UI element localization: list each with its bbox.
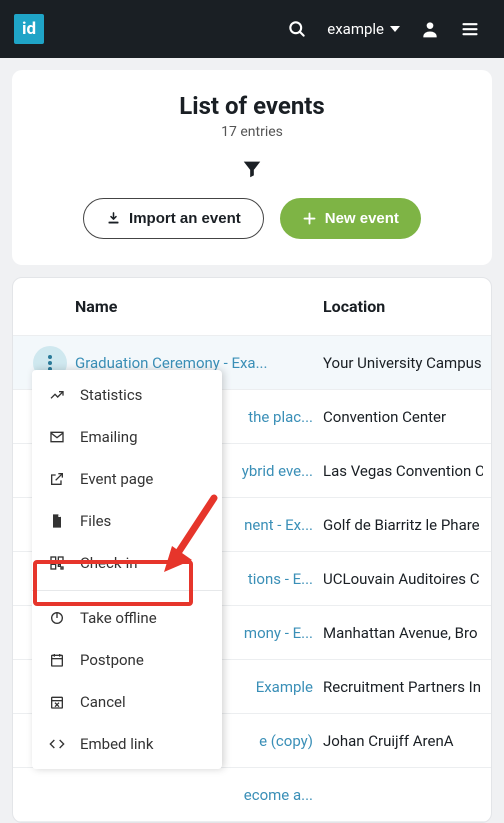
app-header: id example: [0, 0, 504, 58]
event-location: Las Vegas Convention C: [323, 462, 483, 480]
ctx-label: Files: [80, 512, 111, 530]
import-event-button[interactable]: Import an event: [83, 198, 264, 239]
external-link-icon: [48, 471, 66, 487]
action-buttons: Import an event New event: [30, 198, 474, 239]
code-icon: [48, 736, 66, 752]
event-location: Johan Cruijff ArenA: [323, 732, 483, 750]
account-label: example: [327, 20, 384, 38]
power-icon: [48, 610, 66, 626]
ctx-files[interactable]: Files: [32, 500, 222, 542]
calendar-icon: [48, 652, 66, 668]
ctx-label: Cancel: [80, 693, 126, 711]
ctx-label: Take offline: [80, 609, 157, 627]
event-location: Manhattan Avenue, Bro: [323, 624, 483, 642]
plus-icon: [302, 211, 317, 226]
chart-line-icon: [48, 387, 66, 403]
ctx-label: Embed link: [80, 735, 153, 753]
separator: [32, 590, 222, 591]
event-location: Convention Center: [323, 408, 483, 426]
file-icon: [48, 513, 66, 529]
download-icon: [106, 211, 121, 226]
event-name-link[interactable]: Graduation Ceremony - Exa...: [75, 354, 313, 372]
ctx-embed[interactable]: Embed link: [32, 723, 222, 765]
event-location: UCLouvain Auditoires C: [323, 570, 483, 588]
account-dropdown[interactable]: example: [327, 20, 400, 38]
page-title: List of events: [30, 92, 474, 120]
ctx-postpone[interactable]: Postpone: [32, 639, 222, 681]
ctx-label: Event page: [80, 470, 153, 488]
col-header-location[interactable]: Location: [323, 297, 483, 316]
ctx-emailing[interactable]: Emailing: [32, 416, 222, 458]
new-label: New event: [325, 210, 399, 227]
event-location: Recruitment Partners In: [323, 678, 483, 696]
new-event-button[interactable]: New event: [280, 198, 421, 239]
ctx-event-page[interactable]: Event page: [32, 458, 222, 500]
search-icon[interactable]: [287, 19, 307, 39]
qr-code-icon: [48, 555, 66, 571]
event-name-link[interactable]: ecome a...: [75, 786, 313, 804]
ctx-statistics[interactable]: Statistics: [32, 374, 222, 416]
user-icon[interactable]: [420, 19, 440, 39]
list-card: List of events 17 entries Import an even…: [12, 70, 492, 265]
row-context-menu: Statistics Emailing Event page Files Che…: [32, 370, 222, 769]
ctx-take-offline[interactable]: Take offline: [32, 597, 222, 639]
logo[interactable]: id: [14, 14, 44, 44]
event-location: Your University Campus: [323, 354, 483, 372]
ctx-label: Postpone: [80, 651, 144, 669]
filter-icon[interactable]: [241, 158, 263, 180]
ctx-label: Statistics: [80, 386, 142, 404]
col-header-name[interactable]: Name: [75, 297, 323, 316]
import-label: Import an event: [129, 210, 241, 227]
ctx-check-in[interactable]: Check-in: [32, 542, 222, 584]
calendar-x-icon: [48, 694, 66, 710]
ctx-label: Emailing: [80, 428, 138, 446]
entries-count: 17 entries: [30, 124, 474, 140]
ctx-label: Check-in: [80, 554, 138, 572]
envelope-icon: [48, 429, 66, 445]
caret-down-icon: [390, 26, 400, 32]
ctx-cancel[interactable]: Cancel: [32, 681, 222, 723]
menu-icon[interactable]: [460, 19, 480, 39]
table-header: Name Location: [13, 278, 491, 336]
table-row[interactable]: ecome a...: [13, 768, 491, 822]
event-location: Golf de Biarritz le Phare: [323, 516, 483, 534]
